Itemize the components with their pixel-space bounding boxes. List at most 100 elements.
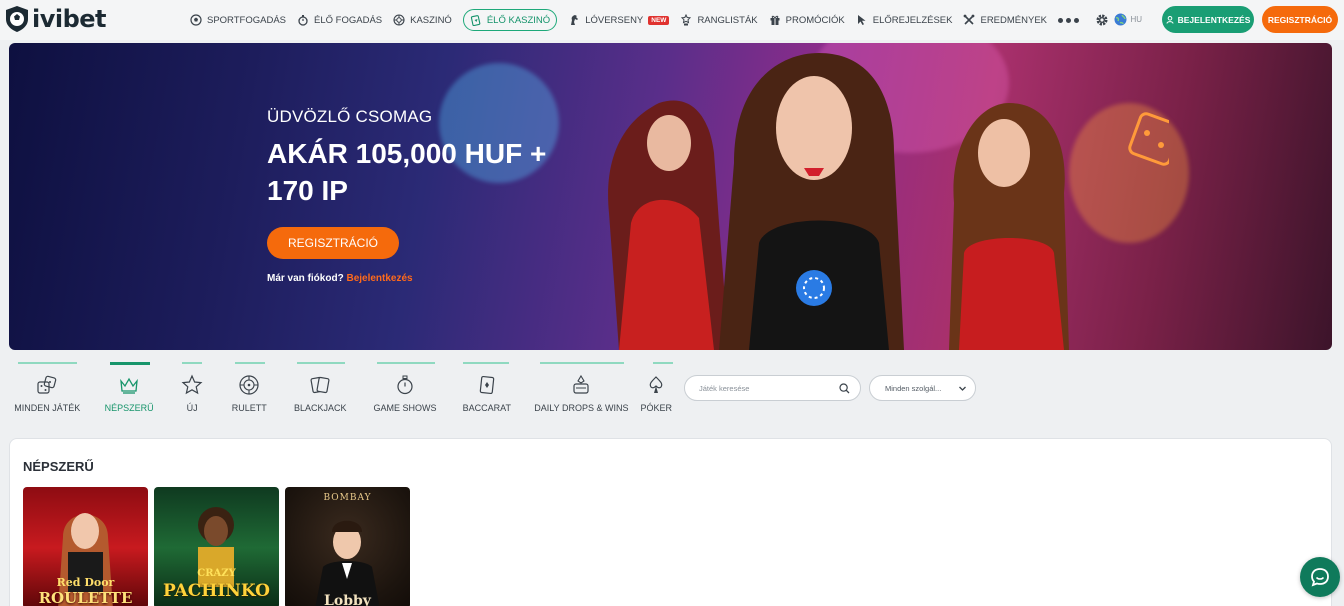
globe-icon[interactable] [1114,13,1127,26]
star-icon [181,374,203,395]
hero-title: AKÁR 105,000 HUF + 170 IP [267,135,546,209]
hero-title-line2: 170 IP [267,175,348,206]
tab-label: PÓKER [640,403,673,413]
leaderboard-icon [681,14,692,26]
login-label: BEJELENTKEZÉS [1177,14,1251,25]
hero-banner[interactable]: ÜDVÖZLŐ CSOMAG AKÁR 105,000 HUF + 170 IP… [9,43,1332,350]
chat-support-button[interactable] [1300,557,1340,597]
game-subtitle: Red Door [56,576,115,589]
section-title: NÉPSZERŰ [23,459,94,474]
drops-wins-icon [573,374,590,394]
tab-label: DAILY DROPS & WINS [534,403,629,413]
tab-popular[interactable]: NÉPSZERŰ [95,362,164,416]
tab-label: GAME SHOWS [373,403,437,413]
tab-label: BLACKJACK [294,403,347,413]
hero-title-line1: AKÁR 105,000 HUF + [267,138,547,169]
register-button[interactable]: REGISZTRÁCIÓ [1262,6,1338,33]
live-casino-icon [470,15,481,26]
roulette-icon [239,375,259,395]
tab-label: BACCARAT [462,403,511,413]
game-subtitle: CRAZY [197,568,236,579]
nav-item-leaderboards[interactable]: RANGLISTÁK [680,9,758,31]
login-button[interactable]: BEJELENTKEZÉS [1162,6,1254,33]
nav-item-horse-racing[interactable]: LÓVERSENY NEW [568,9,670,31]
header-actions: HU BEJELENTKEZÉS REGISZTRÁCIÓ [1095,6,1344,33]
register-label: REGISZTRÁCIÓ [1267,14,1333,25]
horse-icon [571,15,579,25]
dealer-illustration [315,520,380,606]
new-badge: NEW [648,15,670,25]
nav-label: KASZINÓ [410,14,452,26]
nav-item-predictions[interactable]: ELŐREJELZÉSEK [856,9,953,31]
top-header: ivibet SPORTFOGADÁS ÉLŐ FOGADÁS KASZINÓ … [0,0,1344,40]
hero-login-link[interactable]: Bejelentkezés [346,273,412,284]
game-title: ROULETTE [38,589,133,606]
game-title: Lobby [324,593,371,606]
tab-label: RULETT [231,403,267,413]
nav-label: RANGLISTÁK [697,14,758,26]
nav-label: ÉLŐ KASZINÓ [486,14,551,26]
user-icon [1166,15,1174,24]
tab-daily-drops-wins[interactable]: DAILY DROPS & WINS [526,362,636,416]
nav-label: LÓVERSENY [585,14,644,26]
main-nav: SPORTFOGADÁS ÉLŐ FOGADÁS KASZINÓ ÉLŐ KAS… [190,9,1079,31]
account-question: Már van fiókod? [267,273,344,284]
card-icon [479,375,495,395]
search-icon[interactable] [839,382,850,394]
game-search[interactable] [684,375,861,401]
nav-label: SPORTFOGADÁS [207,14,287,26]
stopwatch-icon [397,375,413,395]
nav-label: EREDMÉNYEK [980,14,1047,26]
hero-subtitle: ÜDVÖZLŐ CSOMAG [267,107,433,126]
soccer-ball-icon [190,14,202,26]
gift-icon [770,15,780,25]
tab-game-shows[interactable]: GAME SHOWS [363,362,448,416]
results-icon [964,14,975,25]
dealers-illustration [608,53,1169,350]
game-tile-crazy-pachinko[interactable]: CRAZY PACHINKO [154,487,279,606]
nav-item-casino[interactable]: KASZINÓ [393,9,452,31]
nav-item-live-betting[interactable]: ÉLŐ FOGADÁS [297,9,382,31]
language-selector[interactable]: HU [1130,15,1142,24]
crown-icon [120,377,138,394]
game-tile-bombay-lobby[interactable]: BOMBAY Lobby [285,487,410,606]
live-stopwatch-icon [298,15,308,26]
dice-icon [37,375,57,394]
brand-name: ivibet [32,5,107,33]
poker-icon [649,376,663,393]
chat-bubble-icon [1311,568,1329,587]
search-input[interactable] [699,383,839,393]
provider-select[interactable]: Minden szolgál... [869,375,976,401]
brand-logo[interactable]: ivibet [4,5,107,33]
games-grid: Red Door ROULETTE CRAZY PACHINKO BOMBAY … [23,487,410,606]
tab-label: MINDEN JÁTÉK [14,403,81,413]
tab-label: ÚJ [186,403,198,413]
gear-icon[interactable] [1095,13,1109,27]
shield-logo-icon [6,6,28,32]
game-tile-red-door-roulette[interactable]: Red Door ROULETTE [23,487,148,606]
games-panel: NÉPSZERŰ Red Door ROULETTE CRAZY PACHINK… [9,438,1332,606]
tab-roulette[interactable]: RULETT [221,362,278,416]
nav-item-sports[interactable]: SPORTFOGADÁS [190,9,286,31]
more-menu-icon[interactable] [1058,17,1079,23]
nav-item-promotions[interactable]: PROMÓCIÓK [769,9,845,31]
hero-register-button[interactable]: REGISZTRÁCIÓ [267,227,399,259]
game-title: PACHINKO [163,581,270,601]
casino-chip-icon [393,14,405,26]
category-tabs: MINDEN JÁTÉK NÉPSZERŰ ÚJ RULETT BLACKJAC… [0,362,676,416]
tab-poker[interactable]: PÓKER [637,362,676,416]
cursor-icon [857,15,866,25]
hero-copy: ÜDVÖZLŐ CSOMAG AKÁR 105,000 HUF + 170 IP… [267,107,546,284]
nav-label: ÉLŐ FOGADÁS [314,14,383,26]
nav-label: PROMÓCIÓK [785,14,845,26]
hero-account-prompt: Már van fiókod? Bejelentkezés [267,273,546,284]
tab-blackjack[interactable]: BLACKJACK [278,362,363,416]
nav-item-results[interactable]: EREDMÉNYEK [963,9,1047,31]
tab-baccarat[interactable]: BACCARAT [447,362,526,416]
cards-icon [310,376,330,394]
provider-value: Minden szolgál... [885,383,942,393]
tab-new[interactable]: ÚJ [164,362,221,416]
tab-all-games[interactable]: MINDEN JÁTÉK [0,362,95,416]
nav-item-live-casino[interactable]: ÉLŐ KASZINÓ [462,9,558,31]
nav-label: ELŐREJELZÉSEK [872,14,953,26]
